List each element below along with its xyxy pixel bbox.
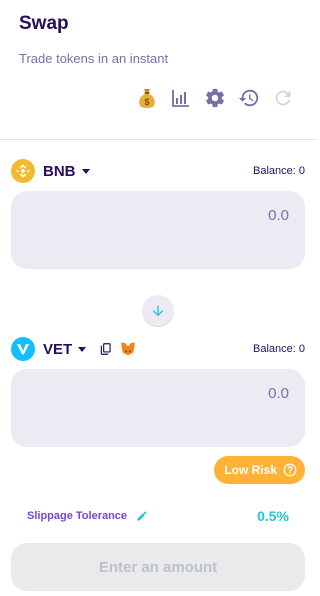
page-subtitle: Trade tokens in an instant bbox=[19, 51, 169, 66]
copy-icon bbox=[100, 343, 111, 355]
bnb-logo-icon bbox=[11, 159, 35, 183]
arrow-down-icon bbox=[152, 305, 164, 317]
output-token-row: VET Balance: 0 bbox=[11, 336, 305, 362]
chevron-down-icon bbox=[81, 168, 90, 174]
header-divider bbox=[0, 139, 316, 140]
input-amount-panel bbox=[11, 191, 305, 269]
chart-icon bbox=[172, 90, 189, 107]
chart-button[interactable] bbox=[168, 85, 194, 111]
vet-logo-icon bbox=[11, 337, 35, 361]
metamask-fox-icon bbox=[121, 342, 136, 356]
output-amount-field[interactable] bbox=[49, 385, 289, 402]
risk-level-label: Low Risk bbox=[224, 463, 277, 477]
edit-slippage-button[interactable] bbox=[135, 509, 149, 523]
slippage-tolerance-value: 0.5% bbox=[257, 508, 289, 524]
history-icon bbox=[238, 89, 259, 107]
settings-icon bbox=[206, 88, 224, 108]
history-button[interactable] bbox=[236, 85, 262, 111]
input-balance: Balance: 0 bbox=[253, 165, 305, 177]
slippage-tolerance-label: Slippage Tolerance bbox=[27, 510, 128, 522]
money-bag-icon: $ bbox=[139, 89, 155, 108]
header-toolbar: $ bbox=[134, 85, 296, 111]
svg-text:$: $ bbox=[144, 97, 149, 107]
refresh-icon bbox=[275, 90, 291, 106]
page-title: Swap bbox=[19, 13, 69, 34]
output-amount-panel bbox=[11, 369, 305, 447]
output-token-symbol: VET bbox=[43, 340, 73, 358]
enter-amount-button[interactable]: Enter an amount bbox=[11, 543, 305, 591]
refresh-button[interactable] bbox=[270, 85, 296, 111]
input-token-selector[interactable]: BNB bbox=[11, 159, 90, 183]
copy-address-button[interactable] bbox=[98, 341, 114, 357]
swap-header: Swap Trade tokens in an instant $ bbox=[0, 0, 316, 140]
slippage-row: Slippage Tolerance 0.5% bbox=[27, 506, 289, 526]
input-token-symbol: BNB bbox=[43, 162, 76, 180]
output-token-selector[interactable]: VET bbox=[11, 337, 87, 361]
money-bag-button[interactable]: $ bbox=[134, 85, 160, 111]
chevron-down-icon bbox=[78, 346, 87, 352]
pencil-icon bbox=[137, 511, 147, 521]
settings-button[interactable] bbox=[202, 85, 228, 111]
switch-direction-button[interactable] bbox=[142, 295, 174, 327]
help-icon bbox=[283, 463, 297, 477]
input-amount-field[interactable] bbox=[49, 207, 289, 224]
input-token-row: BNB Balance: 0 bbox=[11, 158, 305, 184]
output-balance: Balance: 0 bbox=[253, 343, 305, 355]
add-to-metamask-button[interactable] bbox=[120, 341, 136, 357]
risk-level-button[interactable]: Low Risk bbox=[214, 456, 305, 484]
